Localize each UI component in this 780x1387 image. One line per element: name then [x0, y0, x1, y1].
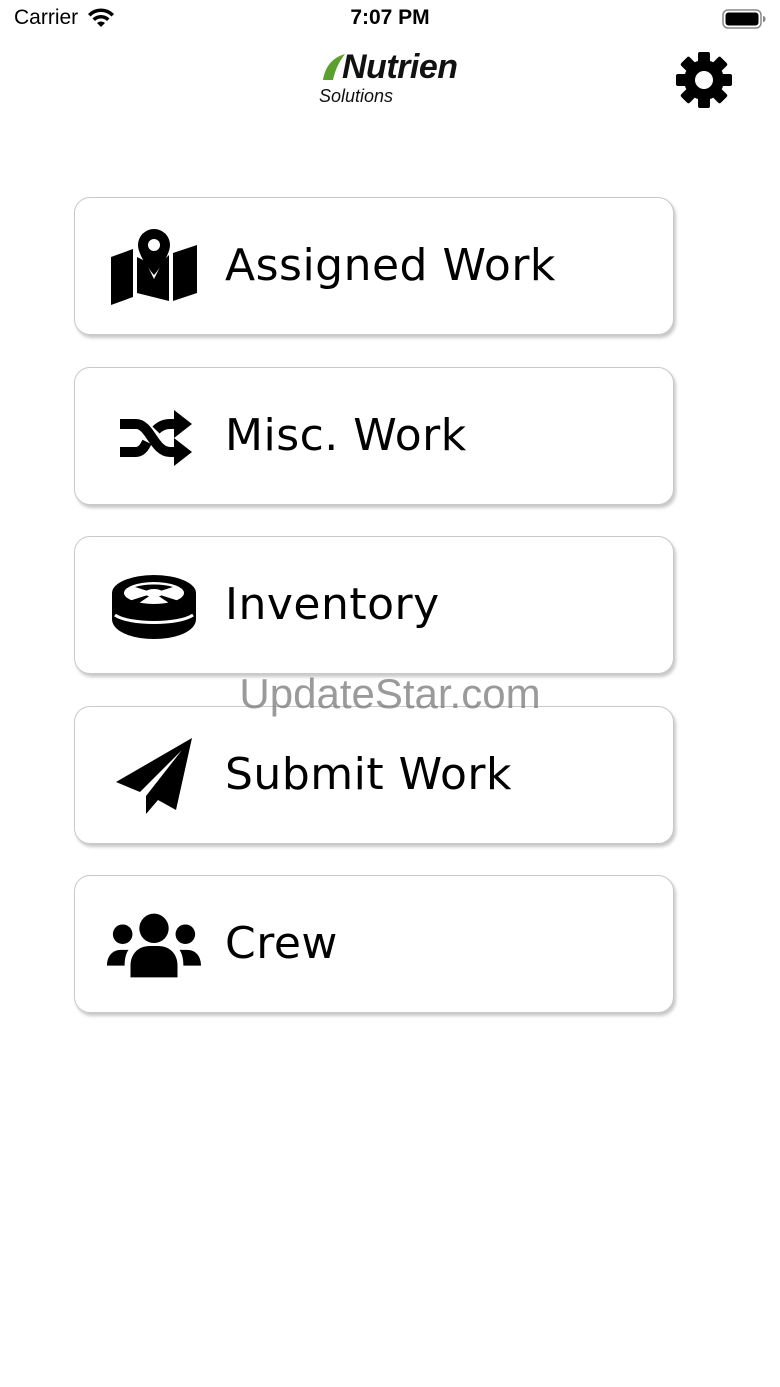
- assigned-work-button[interactable]: Assigned Work: [74, 197, 674, 335]
- submit-work-button[interactable]: Submit Work: [74, 706, 674, 844]
- inventory-button[interactable]: Inventory: [74, 536, 674, 674]
- shuffle-icon: [107, 397, 201, 477]
- menu-item-label: Misc. Work: [225, 410, 467, 461]
- status-bar: Carrier 7:07 PM: [0, 0, 780, 40]
- nutrien-logo: Nutrien Solutions: [318, 48, 468, 110]
- crew-button[interactable]: Crew: [74, 875, 674, 1013]
- menu-item-label: Inventory: [225, 579, 440, 630]
- misc-work-button[interactable]: Misc. Work: [74, 367, 674, 505]
- logo-wordmark: Nutrien: [342, 48, 458, 86]
- menu-item-label: Crew: [225, 918, 338, 969]
- status-time: 7:07 PM: [350, 6, 430, 29]
- paper-plane-icon: [107, 736, 201, 816]
- battery-icon: [722, 9, 766, 29]
- users-icon: [107, 905, 201, 985]
- logo-subtitle: Solutions: [319, 86, 394, 106]
- tape-roll-icon: [107, 566, 201, 646]
- map-marker-icon: [107, 227, 201, 307]
- gear-icon[interactable]: [674, 50, 734, 110]
- menu-item-label: Assigned Work: [225, 240, 556, 291]
- menu-item-label: Submit Work: [225, 749, 512, 800]
